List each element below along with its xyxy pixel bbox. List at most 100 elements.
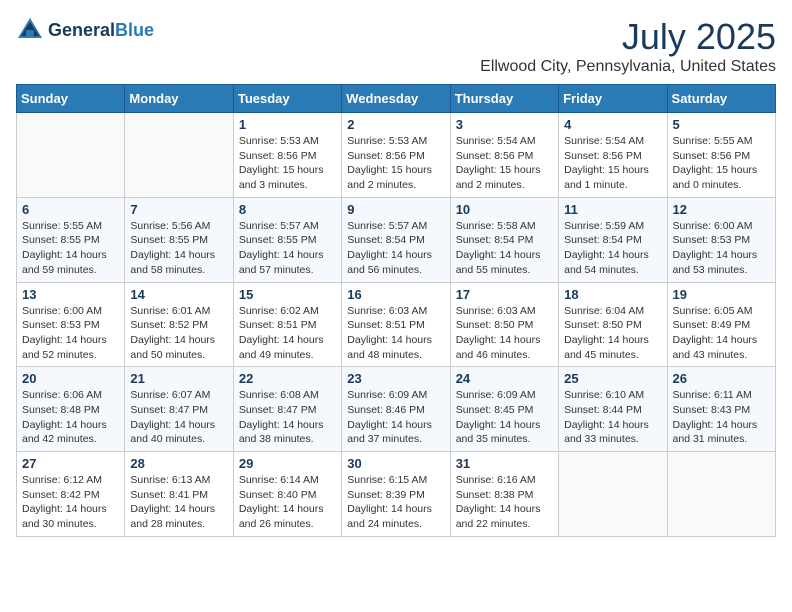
location-subtitle: Ellwood City, Pennsylvania, United State…	[480, 58, 776, 76]
day-info: Sunrise: 5:57 AMSunset: 8:55 PMDaylight:…	[239, 219, 336, 278]
calendar-week-row: 20 Sunrise: 6:06 AMSunset: 8:48 PMDayligh…	[17, 367, 776, 452]
day-number: 23	[347, 371, 444, 386]
day-number: 9	[347, 202, 444, 217]
calendar-week-row: 27 Sunrise: 6:12 AMSunset: 8:42 PMDayligh…	[17, 452, 776, 537]
day-info: Sunrise: 6:00 AMSunset: 8:53 PMDaylight:…	[673, 219, 770, 278]
calendar-cell: 10 Sunrise: 5:58 AMSunset: 8:54 PMDayligh…	[450, 197, 558, 282]
day-info: Sunrise: 5:55 AMSunset: 8:56 PMDaylight:…	[673, 134, 770, 193]
title-block: July 2025 Ellwood City, Pennsylvania, Un…	[480, 16, 776, 76]
weekday-header-tuesday: Tuesday	[233, 85, 341, 113]
calendar-cell: 4Sunrise: 5:54 AMSunset: 8:56 PMDaylight…	[559, 113, 667, 198]
calendar-cell: 14 Sunrise: 6:01 AMSunset: 8:52 PMDayligh…	[125, 282, 233, 367]
day-info: Sunrise: 6:11 AMSunset: 8:43 PMDaylight:…	[673, 388, 770, 447]
day-number: 14	[130, 287, 227, 302]
day-number: 12	[673, 202, 770, 217]
weekday-header-wednesday: Wednesday	[342, 85, 450, 113]
weekday-header-friday: Friday	[559, 85, 667, 113]
day-number: 7	[130, 202, 227, 217]
day-info: Sunrise: 5:57 AMSunset: 8:54 PMDaylight:…	[347, 219, 444, 278]
calendar-cell: 22Sunrise: 6:08 AMSunset: 8:47 PMDayligh…	[233, 367, 341, 452]
calendar-cell	[125, 113, 233, 198]
calendar-week-row: 1 Sunrise: 5:53 AMSunset: 8:56 PMDaylight…	[17, 113, 776, 198]
calendar-cell: 11 Sunrise: 5:59 AMSunset: 8:54 PMDayligh…	[559, 197, 667, 282]
logo-icon	[16, 16, 44, 44]
page-header: GeneralBlue July 2025 Ellwood City, Penn…	[16, 16, 776, 76]
weekday-header-monday: Monday	[125, 85, 233, 113]
calendar-cell: 6 Sunrise: 5:55 AMSunset: 8:55 PMDaylight…	[17, 197, 125, 282]
calendar-cell: 7 Sunrise: 5:56 AMSunset: 8:55 PMDaylight…	[125, 197, 233, 282]
day-info: Sunrise: 6:14 AMSunset: 8:40 PMDaylight:…	[239, 473, 336, 532]
calendar-cell: 18Sunrise: 6:04 AMSunset: 8:50 PMDayligh…	[559, 282, 667, 367]
day-number: 29	[239, 456, 336, 471]
calendar-cell: 30Sunrise: 6:15 AMSunset: 8:39 PMDayligh…	[342, 452, 450, 537]
calendar-cell: 8 Sunrise: 5:57 AMSunset: 8:55 PMDaylight…	[233, 197, 341, 282]
day-info: Sunrise: 6:09 AMSunset: 8:46 PMDaylight:…	[347, 388, 444, 447]
day-info: Sunrise: 6:12 AMSunset: 8:42 PMDaylight:…	[22, 473, 119, 532]
month-title: July 2025	[480, 16, 776, 58]
calendar-cell: 3Sunrise: 5:54 AMSunset: 8:56 PMDaylight…	[450, 113, 558, 198]
day-info: Sunrise: 5:56 AMSunset: 8:55 PMDaylight:…	[130, 219, 227, 278]
day-number: 1	[239, 117, 336, 132]
day-number: 31	[456, 456, 553, 471]
calendar-cell: 26 Sunrise: 6:11 AMSunset: 8:43 PMDayligh…	[667, 367, 775, 452]
calendar-cell: 25Sunrise: 6:10 AMSunset: 8:44 PMDayligh…	[559, 367, 667, 452]
day-info: Sunrise: 6:03 AMSunset: 8:51 PMDaylight:…	[347, 304, 444, 363]
day-number: 8	[239, 202, 336, 217]
logo-blue-text: Blue	[115, 20, 154, 40]
day-info: Sunrise: 5:55 AMSunset: 8:55 PMDaylight:…	[22, 219, 119, 278]
day-number: 22	[239, 371, 336, 386]
day-info: Sunrise: 6:01 AMSunset: 8:52 PMDaylight:…	[130, 304, 227, 363]
day-number: 13	[22, 287, 119, 302]
calendar-cell: 19 Sunrise: 6:05 AMSunset: 8:49 PMDayligh…	[667, 282, 775, 367]
calendar-cell	[667, 452, 775, 537]
calendar-cell: 16 Sunrise: 6:03 AMSunset: 8:51 PMDayligh…	[342, 282, 450, 367]
day-info: Sunrise: 5:53 AMSunset: 8:56 PMDaylight:…	[347, 134, 444, 193]
day-number: 17	[456, 287, 553, 302]
day-number: 30	[347, 456, 444, 471]
calendar-table: SundayMondayTuesdayWednesdayThursdayFrid…	[16, 84, 776, 537]
day-number: 11	[564, 202, 661, 217]
weekday-header-sunday: Sunday	[17, 85, 125, 113]
day-info: Sunrise: 5:59 AMSunset: 8:54 PMDaylight:…	[564, 219, 661, 278]
day-info: Sunrise: 6:07 AMSunset: 8:47 PMDaylight:…	[130, 388, 227, 447]
day-info: Sunrise: 6:09 AMSunset: 8:45 PMDaylight:…	[456, 388, 553, 447]
calendar-cell: 15Sunrise: 6:02 AMSunset: 8:51 PMDayligh…	[233, 282, 341, 367]
calendar-cell: 28 Sunrise: 6:13 AMSunset: 8:41 PMDayligh…	[125, 452, 233, 537]
day-number: 26	[673, 371, 770, 386]
calendar-cell: 9 Sunrise: 5:57 AMSunset: 8:54 PMDaylight…	[342, 197, 450, 282]
day-number: 27	[22, 456, 119, 471]
day-info: Sunrise: 6:05 AMSunset: 8:49 PMDaylight:…	[673, 304, 770, 363]
day-number: 18	[564, 287, 661, 302]
day-number: 5	[673, 117, 770, 132]
day-number: 10	[456, 202, 553, 217]
calendar-cell: 24 Sunrise: 6:09 AMSunset: 8:45 PMDayligh…	[450, 367, 558, 452]
day-number: 6	[22, 202, 119, 217]
calendar-cell: 1 Sunrise: 5:53 AMSunset: 8:56 PMDaylight…	[233, 113, 341, 198]
day-number: 2	[347, 117, 444, 132]
day-number: 3	[456, 117, 553, 132]
calendar-cell: 20 Sunrise: 6:06 AMSunset: 8:48 PMDayligh…	[17, 367, 125, 452]
day-number: 24	[456, 371, 553, 386]
calendar-cell: 29 Sunrise: 6:14 AMSunset: 8:40 PMDayligh…	[233, 452, 341, 537]
day-info: Sunrise: 5:58 AMSunset: 8:54 PMDaylight:…	[456, 219, 553, 278]
day-info: Sunrise: 6:13 AMSunset: 8:41 PMDaylight:…	[130, 473, 227, 532]
calendar-week-row: 13 Sunrise: 6:00 AMSunset: 8:53 PMDayligh…	[17, 282, 776, 367]
calendar-cell: 5 Sunrise: 5:55 AMSunset: 8:56 PMDaylight…	[667, 113, 775, 198]
calendar-cell: 2 Sunrise: 5:53 AMSunset: 8:56 PMDaylight…	[342, 113, 450, 198]
calendar-cell	[17, 113, 125, 198]
day-number: 21	[130, 371, 227, 386]
day-info: Sunrise: 6:00 AMSunset: 8:53 PMDaylight:…	[22, 304, 119, 363]
day-number: 16	[347, 287, 444, 302]
weekday-header-thursday: Thursday	[450, 85, 558, 113]
day-info: Sunrise: 5:53 AMSunset: 8:56 PMDaylight:…	[239, 134, 336, 193]
calendar-cell: 17Sunrise: 6:03 AMSunset: 8:50 PMDayligh…	[450, 282, 558, 367]
day-number: 19	[673, 287, 770, 302]
day-info: Sunrise: 6:10 AMSunset: 8:44 PMDaylight:…	[564, 388, 661, 447]
calendar-cell: 31Sunrise: 6:16 AMSunset: 8:38 PMDayligh…	[450, 452, 558, 537]
day-number: 28	[130, 456, 227, 471]
calendar-cell: 23 Sunrise: 6:09 AMSunset: 8:46 PMDayligh…	[342, 367, 450, 452]
day-info: Sunrise: 6:06 AMSunset: 8:48 PMDaylight:…	[22, 388, 119, 447]
calendar-cell: 21 Sunrise: 6:07 AMSunset: 8:47 PMDayligh…	[125, 367, 233, 452]
day-number: 20	[22, 371, 119, 386]
day-number: 15	[239, 287, 336, 302]
